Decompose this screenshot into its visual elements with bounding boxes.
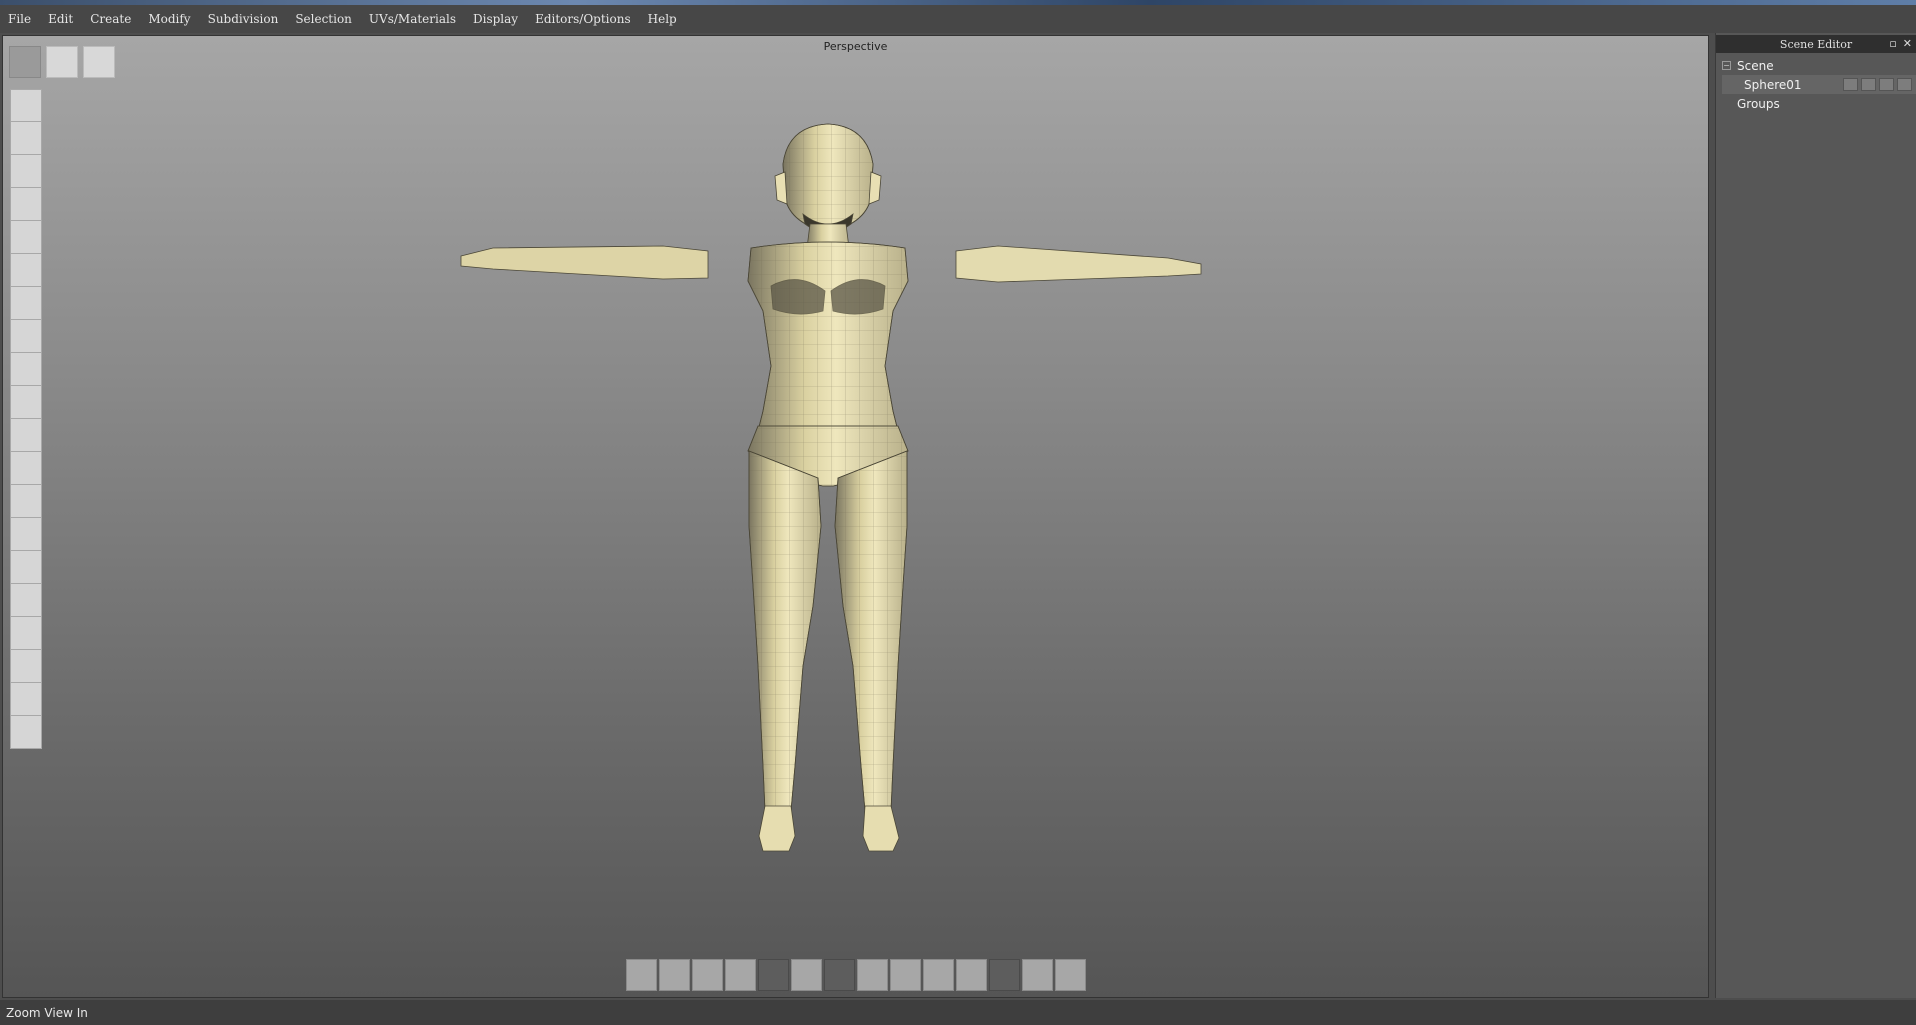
- toolbar-button[interactable]: [824, 959, 855, 991]
- toolbar-button[interactable]: [923, 959, 954, 991]
- close-icon[interactable]: ✕: [1903, 37, 1912, 50]
- modeler-app: File Edit Create Modify Subdivision Sele…: [0, 0, 1916, 1025]
- tool-button[interactable]: [10, 386, 42, 419]
- view-mode-button-3[interactable]: [83, 46, 115, 78]
- tree-label-scene: Scene: [1737, 58, 1774, 73]
- toolbar-button[interactable]: [1022, 959, 1053, 991]
- toolbar-button[interactable]: [956, 959, 987, 991]
- status-bar: Zoom View In: [0, 1000, 1916, 1025]
- tool-button[interactable]: [10, 551, 42, 584]
- left-toolbar: [10, 89, 42, 749]
- toolbar-button[interactable]: [1055, 959, 1086, 991]
- tool-button[interactable]: [10, 716, 42, 749]
- scene-editor-title: Scene Editor: [1779, 37, 1853, 51]
- view-mode-button-2[interactable]: [46, 46, 78, 78]
- visibility-toggle[interactable]: [1843, 78, 1858, 91]
- tool-button[interactable]: [10, 122, 42, 155]
- toolbar-button[interactable]: [890, 959, 921, 991]
- bottom-toolbar: [626, 959, 1086, 991]
- view-mode-button-1[interactable]: [9, 46, 41, 78]
- menu-uvs-materials[interactable]: UVs/Materials: [369, 12, 456, 26]
- scene-editor-panel: Scene Editor ▫ ✕ − Scene Sphere01 Groups: [1715, 33, 1916, 998]
- menu-editors-options[interactable]: Editors/Options: [535, 12, 631, 26]
- toolbar-button[interactable]: [989, 959, 1020, 991]
- perspective-viewport[interactable]: Perspective: [2, 35, 1709, 998]
- tree-label-groups: Groups: [1737, 96, 1780, 111]
- toolbar-button[interactable]: [626, 959, 657, 991]
- tool-button[interactable]: [10, 419, 42, 452]
- tool-button[interactable]: [10, 452, 42, 485]
- tool-button[interactable]: [10, 188, 42, 221]
- tree-item-scene[interactable]: − Scene: [1722, 56, 1916, 75]
- toolbar-button[interactable]: [791, 959, 822, 991]
- tool-button[interactable]: [10, 584, 42, 617]
- tool-button[interactable]: [10, 287, 42, 320]
- view-mode-buttons: [9, 46, 115, 78]
- tree-label-sphere01: Sphere01: [1744, 77, 1802, 92]
- menu-modify[interactable]: Modify: [148, 12, 190, 26]
- tool-button[interactable]: [10, 650, 42, 683]
- menu-edit[interactable]: Edit: [48, 12, 73, 26]
- toolbar-button[interactable]: [659, 959, 690, 991]
- wireframe-toggle[interactable]: [1879, 78, 1894, 91]
- scene-editor-header: Scene Editor ▫ ✕: [1716, 35, 1916, 53]
- tool-button[interactable]: [10, 89, 42, 122]
- tree-item-groups[interactable]: Groups: [1722, 94, 1916, 113]
- menu-display[interactable]: Display: [473, 12, 518, 26]
- menu-selection[interactable]: Selection: [295, 12, 352, 26]
- toolbar-button[interactable]: [692, 959, 723, 991]
- status-text: Zoom View In: [6, 1005, 88, 1020]
- tool-button[interactable]: [10, 254, 42, 287]
- human-base-mesh[interactable]: [453, 106, 1203, 946]
- tool-button[interactable]: [10, 320, 42, 353]
- scene-tree: − Scene Sphere01 Groups: [1716, 53, 1916, 113]
- menu-help[interactable]: Help: [648, 12, 677, 26]
- menu-file[interactable]: File: [8, 12, 31, 26]
- toolbar-button[interactable]: [725, 959, 756, 991]
- toolbar-button[interactable]: [758, 959, 789, 991]
- render-toggle[interactable]: [1897, 78, 1912, 91]
- lock-toggle[interactable]: [1861, 78, 1876, 91]
- menu-bar: File Edit Create Modify Subdivision Sele…: [0, 5, 1916, 33]
- tool-button[interactable]: [10, 617, 42, 650]
- menu-subdivision[interactable]: Subdivision: [208, 12, 279, 26]
- tool-button[interactable]: [10, 485, 42, 518]
- tree-item-sphere01[interactable]: Sphere01: [1722, 75, 1916, 94]
- viewport-title: Perspective: [823, 40, 888, 53]
- tool-button[interactable]: [10, 518, 42, 551]
- tool-button[interactable]: [10, 155, 42, 188]
- square-icon[interactable]: ▫: [1889, 37, 1896, 50]
- tool-button[interactable]: [10, 221, 42, 254]
- tool-button[interactable]: [10, 683, 42, 716]
- menu-create[interactable]: Create: [90, 12, 131, 26]
- toolbar-button[interactable]: [857, 959, 888, 991]
- collapse-icon[interactable]: −: [1722, 61, 1731, 70]
- tool-button[interactable]: [10, 353, 42, 386]
